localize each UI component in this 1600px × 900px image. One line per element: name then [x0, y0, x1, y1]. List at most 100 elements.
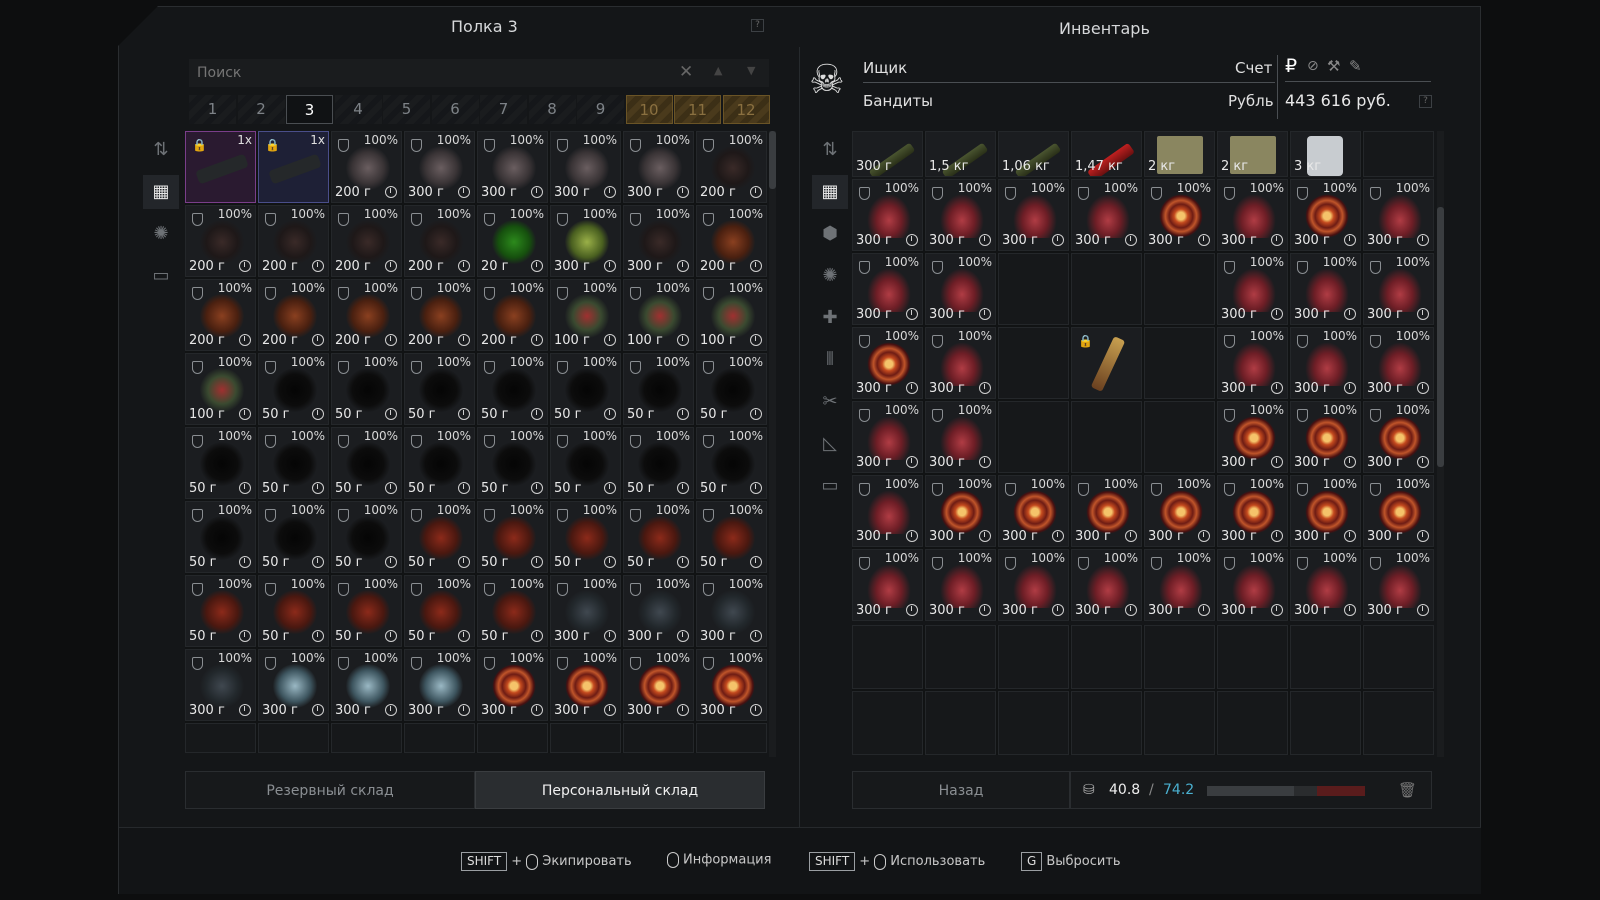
empty-slot[interactable] [925, 691, 996, 755]
item-slot[interactable]: 100% 300 г [1363, 475, 1434, 547]
item-slot[interactable]: 100% 50 г [477, 575, 548, 647]
empty-slot[interactable] [1217, 625, 1288, 689]
item-slot[interactable]: 100% 300 г [1290, 253, 1361, 325]
bullets-icon[interactable]: ⦀ [812, 343, 848, 377]
medkit-icon[interactable]: ✚ [812, 301, 848, 335]
item-slot[interactable]: 100% 100 г [185, 353, 256, 425]
archive-icon[interactable]: ▭ [143, 259, 179, 293]
item-slot[interactable]: 100% 200 г [404, 205, 475, 277]
empty-slot[interactable] [1144, 625, 1215, 689]
item-slot[interactable]: 100% 300 г [185, 649, 256, 721]
empty-slot[interactable] [998, 691, 1069, 755]
item-slot[interactable]: 100% 300 г [696, 575, 767, 647]
empty-slot[interactable] [1363, 131, 1434, 177]
item-slot[interactable]: 100% 50 г [331, 427, 402, 499]
inventory-scrollbar[interactable] [1437, 131, 1444, 757]
grid-icon[interactable]: ▦ [143, 175, 179, 209]
item-slot[interactable]: 100% 200 г [331, 131, 402, 203]
item-slot[interactable]: 100% 300 г [331, 649, 402, 721]
empty-slot[interactable] [1144, 253, 1215, 325]
item-slot[interactable]: 100% 300 г [550, 575, 621, 647]
tab-4[interactable]: 4 [334, 95, 382, 124]
item-slot[interactable]: 100% 300 г [623, 649, 694, 721]
empty-slot[interactable] [852, 625, 923, 689]
item-slot[interactable]: 100% 300 г [1290, 475, 1361, 547]
sort-icon[interactable]: ⇅ [812, 133, 848, 167]
tool-icon[interactable]: ⚒ [1327, 57, 1340, 75]
sort-icon[interactable]: ⇅ [143, 133, 179, 167]
item-slot[interactable]: 100% 50 г [258, 501, 329, 573]
reserve-stash-tab[interactable]: Резервный склад [185, 771, 475, 809]
item-slot[interactable]: 100% 300 г [550, 205, 621, 277]
item-slot[interactable]: 100% 50 г [331, 353, 402, 425]
item-slot[interactable]: 100% 50 г [623, 501, 694, 573]
info-help-button[interactable]: ? [1419, 95, 1432, 108]
item-slot[interactable]: 100% 300 г [623, 575, 694, 647]
item-slot[interactable]: 100% 300 г [1290, 327, 1361, 399]
tab-2[interactable]: 2 [237, 95, 285, 124]
item-slot[interactable]: 100% 20 г [477, 205, 548, 277]
trash-icon[interactable]: 🗑 [1398, 781, 1417, 799]
item-slot[interactable]: 100% 300 г [258, 649, 329, 721]
tab-11[interactable]: 11 [674, 95, 721, 124]
empty-slot[interactable] [998, 327, 1069, 399]
item-slot[interactable]: 100% 300 г [1217, 549, 1288, 621]
item-slot[interactable]: 100% 50 г [258, 427, 329, 499]
item-slot[interactable]: 100% 50 г [696, 501, 767, 573]
item-slot[interactable]: 100% 300 г [925, 475, 996, 547]
item-slot[interactable]: 🔒 [1071, 327, 1142, 399]
item-slot[interactable]: 100% 300 г [925, 253, 996, 325]
item-slot[interactable]: 100% 50 г [696, 353, 767, 425]
item-slot[interactable]: 100% 50 г [185, 575, 256, 647]
item-slot[interactable]: 100% 50 г [331, 501, 402, 573]
item-slot[interactable]: 🔒 1x [258, 131, 329, 203]
item-slot[interactable]: 100% 200 г [331, 205, 402, 277]
item-slot[interactable]: 100% 300 г [852, 327, 923, 399]
empty-slot[interactable] [1363, 691, 1434, 755]
item-slot[interactable]: 100% 200 г [258, 279, 329, 351]
item-slot[interactable]: 100% 300 г [1217, 253, 1288, 325]
empty-slot[interactable] [1144, 401, 1215, 473]
empty-slot[interactable] [998, 625, 1069, 689]
item-slot[interactable]: 100% 200 г [331, 279, 402, 351]
item-slot[interactable]: 100% 300 г [1363, 401, 1434, 473]
tab-9[interactable]: 9 [577, 95, 624, 124]
empty-slot[interactable] [623, 723, 694, 753]
empty-slot[interactable] [1290, 625, 1361, 689]
item-slot[interactable]: 100% 200 г [258, 205, 329, 277]
tools-icon[interactable]: ✂ [812, 385, 848, 419]
item-slot[interactable]: 100% 50 г [185, 427, 256, 499]
item-slot[interactable]: 100% 300 г [852, 475, 923, 547]
personal-stash-tab[interactable]: Персональный склад [475, 771, 765, 809]
tab-3[interactable]: 3 [286, 95, 333, 124]
empty-slot[interactable] [550, 723, 621, 753]
item-slot[interactable]: 100% 300 г [925, 327, 996, 399]
artifact-icon[interactable]: ✺ [812, 259, 848, 293]
arrow-down-icon[interactable]: ▼ [747, 64, 755, 77]
item-slot[interactable]: 100% 50 г [550, 501, 621, 573]
item-slot[interactable]: 100% 50 г [550, 427, 621, 499]
search-input[interactable] [197, 59, 667, 87]
item-slot[interactable]: 100% 300 г [998, 475, 1069, 547]
item-slot[interactable]: 100% 300 г [550, 131, 621, 203]
empty-slot[interactable] [1217, 691, 1288, 755]
item-slot[interactable]: 100% 300 г [1071, 475, 1142, 547]
empty-slot[interactable] [1363, 625, 1434, 689]
item-slot[interactable]: 100% 300 г [925, 549, 996, 621]
tab-7[interactable]: 7 [480, 95, 527, 124]
item-slot[interactable]: 100% 300 г [1217, 179, 1288, 251]
item-slot[interactable]: 100% 100 г [550, 279, 621, 351]
artifact-icon[interactable]: ✺ [143, 217, 179, 251]
item-slot[interactable]: 100% 200 г [185, 279, 256, 351]
item-slot[interactable]: 1,47 кг [1071, 131, 1142, 177]
item-slot[interactable]: 100% 300 г [1144, 549, 1215, 621]
tab-1[interactable]: 1 [189, 95, 236, 124]
item-slot[interactable]: 100% 50 г [477, 427, 548, 499]
item-slot[interactable]: 100% 300 г [1217, 475, 1288, 547]
arrow-up-icon[interactable]: ▲ [714, 64, 722, 77]
item-slot[interactable]: 100% 100 г [623, 279, 694, 351]
archive-icon[interactable]: ▭ [812, 469, 848, 503]
empty-slot[interactable] [696, 723, 767, 753]
item-slot[interactable]: 100% 300 г [1217, 401, 1288, 473]
item-slot[interactable]: 100% 50 г [331, 575, 402, 647]
